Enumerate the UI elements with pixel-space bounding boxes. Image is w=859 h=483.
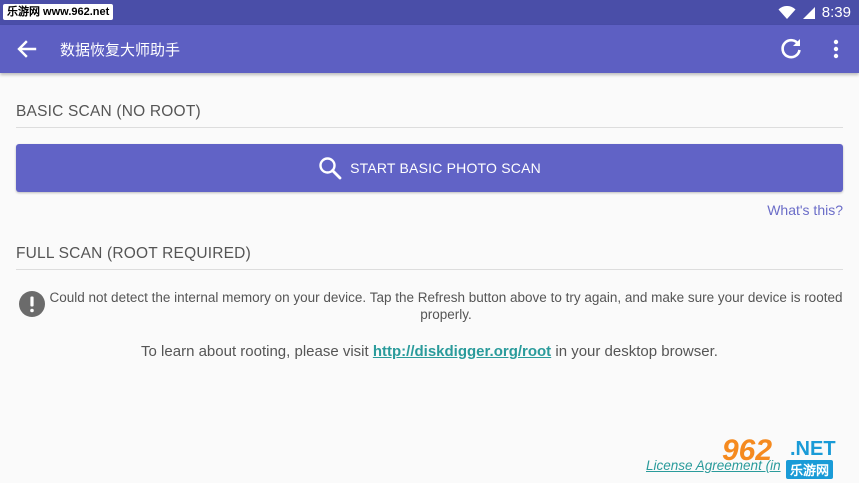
rooting-info-suffix: in your desktop browser. xyxy=(551,343,718,360)
arrow-back-icon xyxy=(17,40,37,58)
watermark-logo: 962 .NET 乐游网 xyxy=(716,432,854,480)
warning-icon xyxy=(19,291,45,317)
watermark-badge: 乐游网 www.962.net xyxy=(3,4,114,20)
search-icon xyxy=(319,157,342,180)
root-warning-message: Could not detect the internal memory on … xyxy=(49,290,843,322)
page-title: 数据恢复大师助手 xyxy=(60,42,181,59)
whats-this-link[interactable]: What's this? xyxy=(767,202,843,218)
back-button[interactable] xyxy=(14,37,40,61)
watermark-site-name: 乐游网 xyxy=(786,460,834,479)
wifi-icon xyxy=(778,5,796,19)
rooting-info: To learn about rooting, please visit htt… xyxy=(0,343,859,360)
basic-scan-header: BASIC SCAN (NO ROOT) xyxy=(16,103,843,128)
status-indicators: 8:39 xyxy=(778,0,851,25)
refresh-icon xyxy=(781,38,801,59)
diskdigger-root-link[interactable]: http://diskdigger.org/root xyxy=(373,343,551,360)
overflow-menu-button[interactable] xyxy=(828,37,844,61)
status-bar: 乐游网 www.962.net 8:39 xyxy=(0,0,859,25)
rooting-info-prefix: To learn about rooting, please visit xyxy=(141,343,373,360)
signal-icon xyxy=(802,6,815,19)
scan-button-label: START BASIC PHOTO SCAN xyxy=(350,160,541,176)
status-time: 8:39 xyxy=(821,4,851,21)
full-scan-header: FULL SCAN (ROOT REQUIRED) xyxy=(16,245,843,270)
app-toolbar: 数据恢复大师助手 xyxy=(0,25,859,73)
watermark-net: .NET xyxy=(790,438,836,460)
more-vert-icon xyxy=(833,39,839,59)
refresh-button[interactable] xyxy=(778,36,804,62)
start-basic-photo-scan-button[interactable]: START BASIC PHOTO SCAN xyxy=(16,144,843,192)
watermark-number: 962 xyxy=(722,434,773,467)
